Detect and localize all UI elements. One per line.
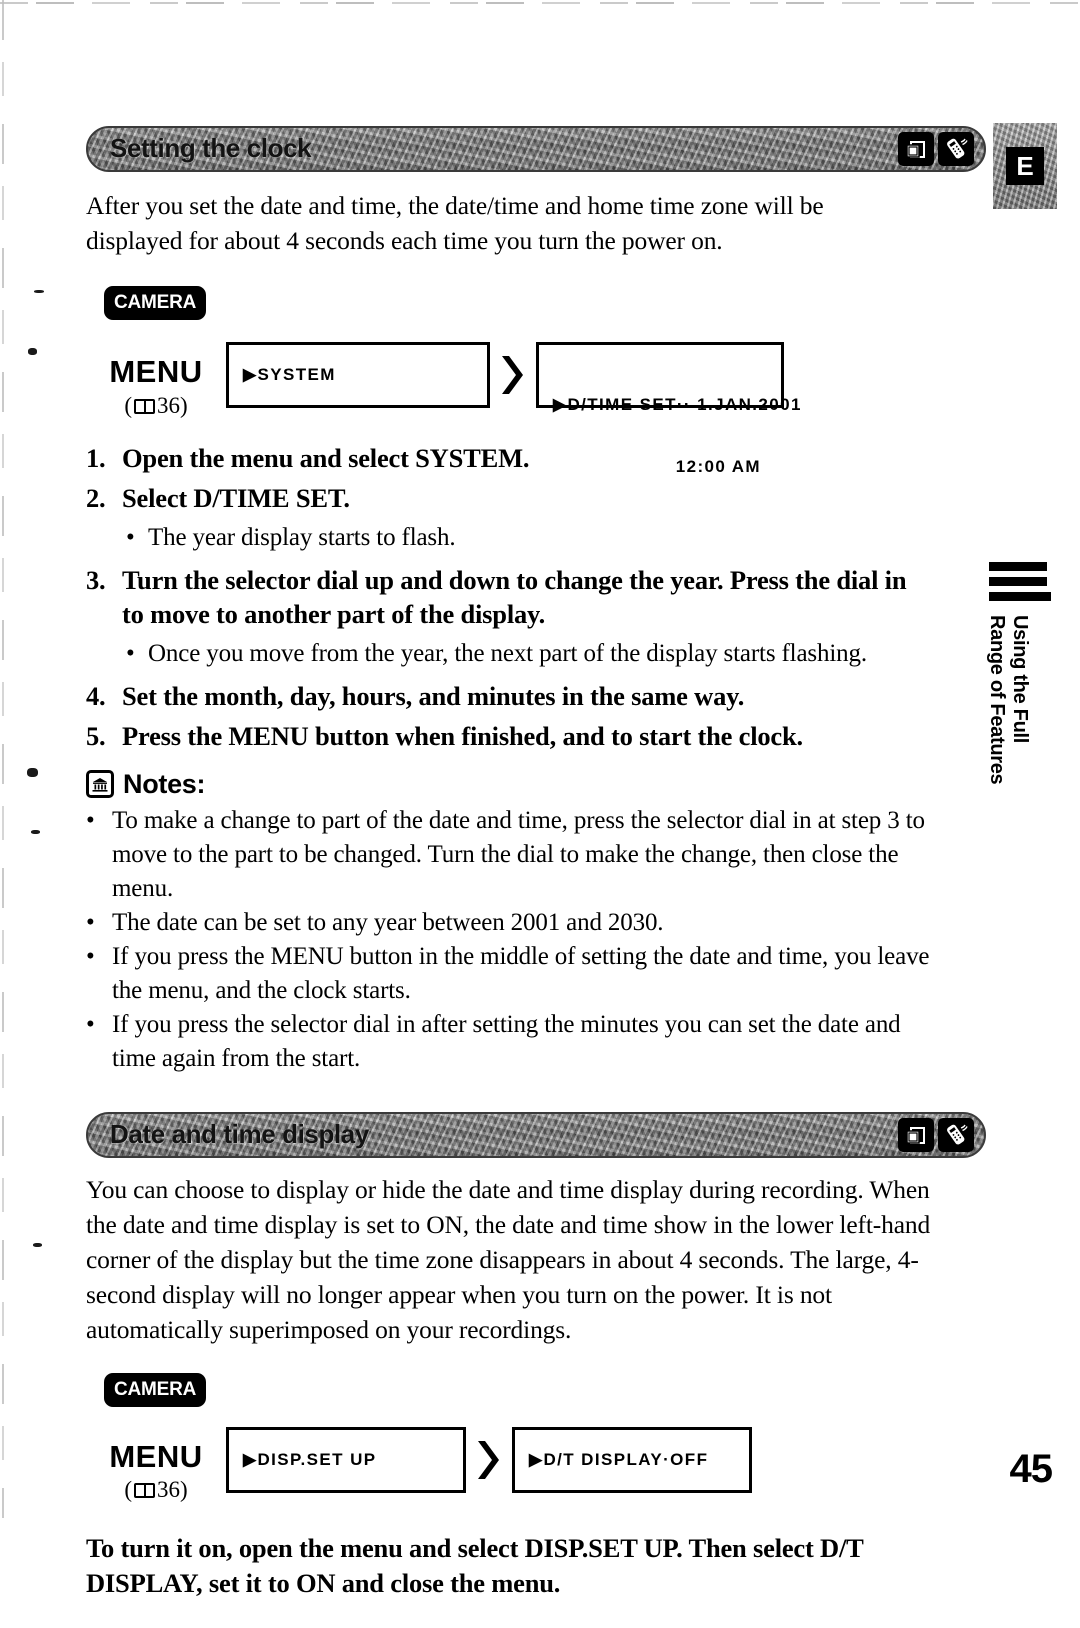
bullet-dot: • xyxy=(86,908,95,936)
flow-arrow-1 xyxy=(490,342,536,408)
section2-closing-instruction: To turn it on, open the menu and select … xyxy=(86,1533,864,1599)
chapter-title-vertical: Using the Full Range of Features xyxy=(986,615,1031,785)
step-text: Select D/TIME SET. xyxy=(122,482,350,513)
note-item: • The date can be set to any year betwee… xyxy=(86,906,948,940)
camera-mode-badge: CAMERA xyxy=(104,1372,207,1407)
manual-book-icon xyxy=(134,398,155,414)
menu-ref-page-number: 36) xyxy=(157,392,188,418)
menu-ref-open-paren: ( xyxy=(124,1477,132,1503)
scan-speck xyxy=(28,348,37,355)
notes-list: • To make a change to part of the date a… xyxy=(86,804,986,1076)
scan-speck xyxy=(34,290,44,293)
note-text: If you press the MENU button in the midd… xyxy=(112,942,930,1004)
remote-control-icon xyxy=(938,1117,974,1152)
lcd-screen-dtime-set: ▶D/TIME SET·· 1.JAN.2001 12:00 AM xyxy=(536,342,800,476)
step-text: Press the MENU button when finished, and… xyxy=(122,720,803,751)
lcd-line-dtime: ▶D/TIME SET·· 1.JAN.2001 xyxy=(553,395,802,414)
step-sub-bullet-text: The year display starts to flash. xyxy=(148,523,456,551)
step-item: 1. Open the menu and select SYSTEM. xyxy=(86,441,986,475)
notes-title: Notes: xyxy=(123,768,206,799)
step-text: Open the menu and select SYSTEM. xyxy=(122,442,530,473)
section-title: Date and time display xyxy=(110,1118,369,1149)
scan-speck xyxy=(31,830,40,834)
chapter-bar xyxy=(989,562,1047,571)
chapter-marker-bars xyxy=(989,562,1055,601)
note-text: The date can be set to any year between … xyxy=(112,908,664,936)
step-number: 5. xyxy=(86,720,106,751)
numbered-steps-list: 1. Open the menu and select SYSTEM. 2. S… xyxy=(86,441,986,753)
step-number: 1. xyxy=(86,442,106,473)
menu-flow-diagram-display: MENU (36) ▶DISP.SET UP ▶D/T DISPLAY·OFF xyxy=(86,1426,986,1504)
camera-mode-badge: CAMERA xyxy=(104,286,207,320)
edition-side-tab: E xyxy=(993,123,1057,209)
menu-button-label: MENU xyxy=(109,1438,203,1474)
notes-heading: Notes: xyxy=(86,769,986,800)
manual-book-icon xyxy=(134,1483,155,1499)
lcd-screen-system: ▶SYSTEM xyxy=(226,342,490,408)
menu-button-label: MENU xyxy=(109,354,203,389)
step-item: 4. Set the month, day, hours, and minute… xyxy=(86,679,986,713)
bullet-dot: • xyxy=(126,523,135,551)
vertical-running-head: Using the Full Range of Features xyxy=(985,562,1055,845)
step-sub-bullet-text: Once you move from the year, the next pa… xyxy=(148,639,867,667)
section-header-icon-group xyxy=(898,1117,974,1152)
section-title: Setting the clock xyxy=(110,132,312,163)
step-number: 2. xyxy=(86,482,106,513)
bullet-dot: • xyxy=(86,1010,95,1038)
menu-ref-open-paren: ( xyxy=(124,392,132,418)
page-number: 45 xyxy=(1009,1447,1053,1491)
scan-speck xyxy=(33,1243,42,1247)
section1-intro-paragraph: After you set the date and time, the dat… xyxy=(86,191,824,255)
flow-arrow-2 xyxy=(466,1427,512,1493)
scan-left-edge-line xyxy=(2,0,4,1518)
section-header-icon-group xyxy=(898,132,974,166)
menu-flow-diagram-clock: MENU (36) ▶SYSTEM ▶D/TIME SET·· 1.JAN.20… xyxy=(86,342,986,476)
lcd-screen-disp-set-up: ▶DISP.SET UP xyxy=(226,1426,466,1493)
section2-intro-paragraph: You can choose to display or hide the da… xyxy=(86,1174,931,1344)
note-text: To make a change to part of the date and… xyxy=(112,806,925,902)
step-sub-bullet: • Once you move from the year, the next … xyxy=(126,637,926,671)
menu-page-reference: (36) xyxy=(86,393,226,419)
menu-ref-page-number: 36) xyxy=(157,1477,188,1503)
note-item: • If you press the selector dial in afte… xyxy=(86,1008,948,1076)
note-item: • To make a change to part of the date a… xyxy=(86,804,948,906)
lcd-screen-dt-display-off: ▶D/T DISPLAY·OFF xyxy=(512,1426,752,1493)
step-text: Turn the selector dial up and down to ch… xyxy=(122,564,907,629)
step-item: 3. Turn the selector dial up and down to… xyxy=(86,563,922,631)
step-number: 3. xyxy=(86,564,106,595)
remote-control-icon xyxy=(938,132,974,166)
section-header-date-and-time-display: Date and time display xyxy=(86,1111,986,1158)
step-text: Set the month, day, hours, and minutes i… xyxy=(122,680,745,711)
step-item: 5. Press the MENU button when finished, … xyxy=(86,719,986,753)
scan-speck xyxy=(27,768,38,777)
step-item: 2. Select D/TIME SET. xyxy=(86,481,986,515)
bullet-dot: • xyxy=(126,639,135,667)
menu-label-column: MENU (36) xyxy=(86,342,226,419)
edition-letter: E xyxy=(1006,147,1044,185)
note-item: • If you press the MENU button in the mi… xyxy=(86,940,948,1008)
notes-info-icon xyxy=(86,770,114,799)
camera-mode-badge-wrapper: CAMERA xyxy=(104,1372,986,1407)
menu-page-reference: (36) xyxy=(86,1477,226,1503)
section-header-setting-the-clock: Setting the clock xyxy=(86,126,986,172)
page-content-column: Setting the clock After you set the date… xyxy=(86,0,986,1628)
chapter-bar xyxy=(989,577,1047,586)
memory-card-icon xyxy=(898,1117,934,1152)
bullet-dot: • xyxy=(86,942,95,970)
bullet-dot: • xyxy=(86,806,95,834)
menu-label-column: MENU (36) xyxy=(86,1427,226,1504)
note-text: If you press the selector dial in after … xyxy=(112,1010,901,1072)
camera-mode-badge-wrapper: CAMERA xyxy=(104,286,986,320)
step-sub-bullet: • The year display starts to flash. xyxy=(126,521,986,555)
chapter-bar xyxy=(989,592,1051,601)
memory-card-icon xyxy=(898,132,934,166)
step-number: 4. xyxy=(86,680,106,711)
